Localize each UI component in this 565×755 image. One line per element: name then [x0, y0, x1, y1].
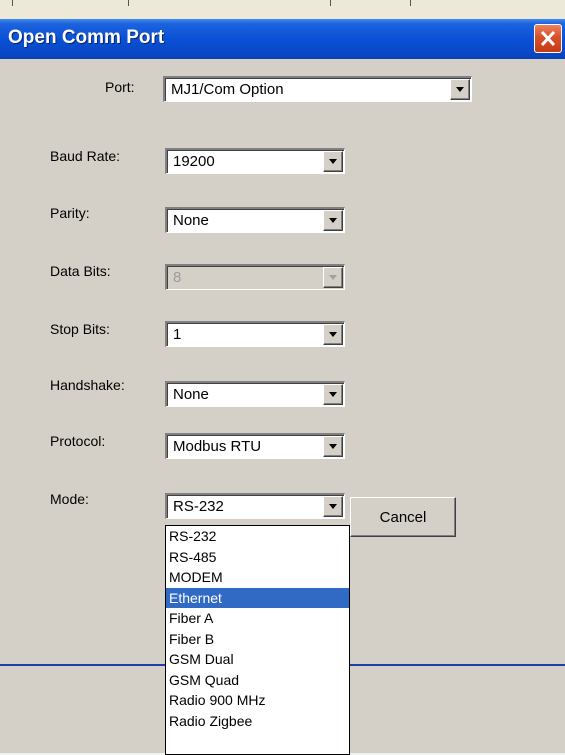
parity-select[interactable]: None — [165, 207, 345, 233]
chevron-down-icon[interactable] — [323, 436, 343, 457]
background-tick — [128, 0, 129, 6]
mode-option[interactable]: Fiber A — [166, 608, 349, 629]
chevron-down-icon[interactable] — [450, 79, 470, 100]
background-tick — [410, 0, 411, 6]
close-icon — [540, 30, 556, 47]
chevron-down-icon — [323, 267, 343, 288]
mode-value: RS-232 — [173, 498, 224, 515]
stop-bits-label: Stop Bits: — [50, 321, 110, 337]
mode-option[interactable]: Radio Zigbee — [166, 711, 349, 732]
background-window-strip — [0, 0, 565, 19]
mode-option[interactable]: RS-232 — [166, 526, 349, 547]
mode-dropdown-list[interactable]: RS-232 RS-485 MODEM Ethernet Fiber A Fib… — [165, 525, 350, 755]
baud-rate-select[interactable]: 19200 — [165, 148, 345, 174]
data-bits-select: 8 — [165, 264, 345, 290]
close-button[interactable] — [534, 24, 562, 53]
chevron-down-icon[interactable] — [323, 151, 343, 172]
handshake-select[interactable]: None — [165, 381, 345, 407]
background-tick — [330, 0, 331, 6]
parity-label: Parity: — [50, 205, 90, 221]
mode-option[interactable]: Fiber B — [166, 629, 349, 650]
mode-option-highlighted[interactable]: Ethernet — [166, 587, 349, 608]
chevron-down-icon[interactable] — [323, 496, 343, 517]
port-select[interactable]: MJ1/Com Option — [163, 76, 472, 102]
background-tick — [12, 0, 13, 6]
stop-bits-value: 1 — [173, 326, 182, 343]
mode-option[interactable]: GSM Quad — [166, 670, 349, 691]
mode-option[interactable]: Radio 900 MHz — [166, 690, 349, 711]
mode-option[interactable]: RS-485 — [166, 547, 349, 568]
mode-label: Mode: — [50, 491, 89, 507]
chevron-down-icon[interactable] — [323, 210, 343, 231]
data-bits-label: Data Bits: — [50, 263, 111, 279]
title-bar: Open Comm Port — [0, 19, 565, 59]
handshake-label: Handshake: — [50, 377, 125, 393]
mode-option[interactable]: MODEM — [166, 567, 349, 588]
chevron-down-icon[interactable] — [323, 324, 343, 345]
chevron-down-icon[interactable] — [323, 384, 343, 405]
protocol-label: Protocol: — [50, 433, 106, 449]
protocol-value: Modbus RTU — [173, 438, 262, 455]
port-label: Port: — [105, 79, 135, 95]
baud-rate-value: 19200 — [173, 153, 215, 170]
window-title: Open Comm Port — [8, 27, 165, 48]
mode-option[interactable]: GSM Dual — [166, 649, 349, 670]
data-bits-value: 8 — [173, 269, 182, 286]
baud-rate-label: Baud Rate: — [50, 148, 121, 164]
mode-select[interactable]: RS-232 — [165, 493, 345, 519]
stop-bits-select[interactable]: 1 — [165, 321, 345, 347]
parity-value: None — [173, 212, 209, 229]
handshake-value: None — [173, 386, 209, 403]
cancel-button[interactable]: Cancel — [350, 497, 456, 537]
port-value: MJ1/Com Option — [171, 81, 284, 98]
protocol-select[interactable]: Modbus RTU — [165, 433, 345, 459]
